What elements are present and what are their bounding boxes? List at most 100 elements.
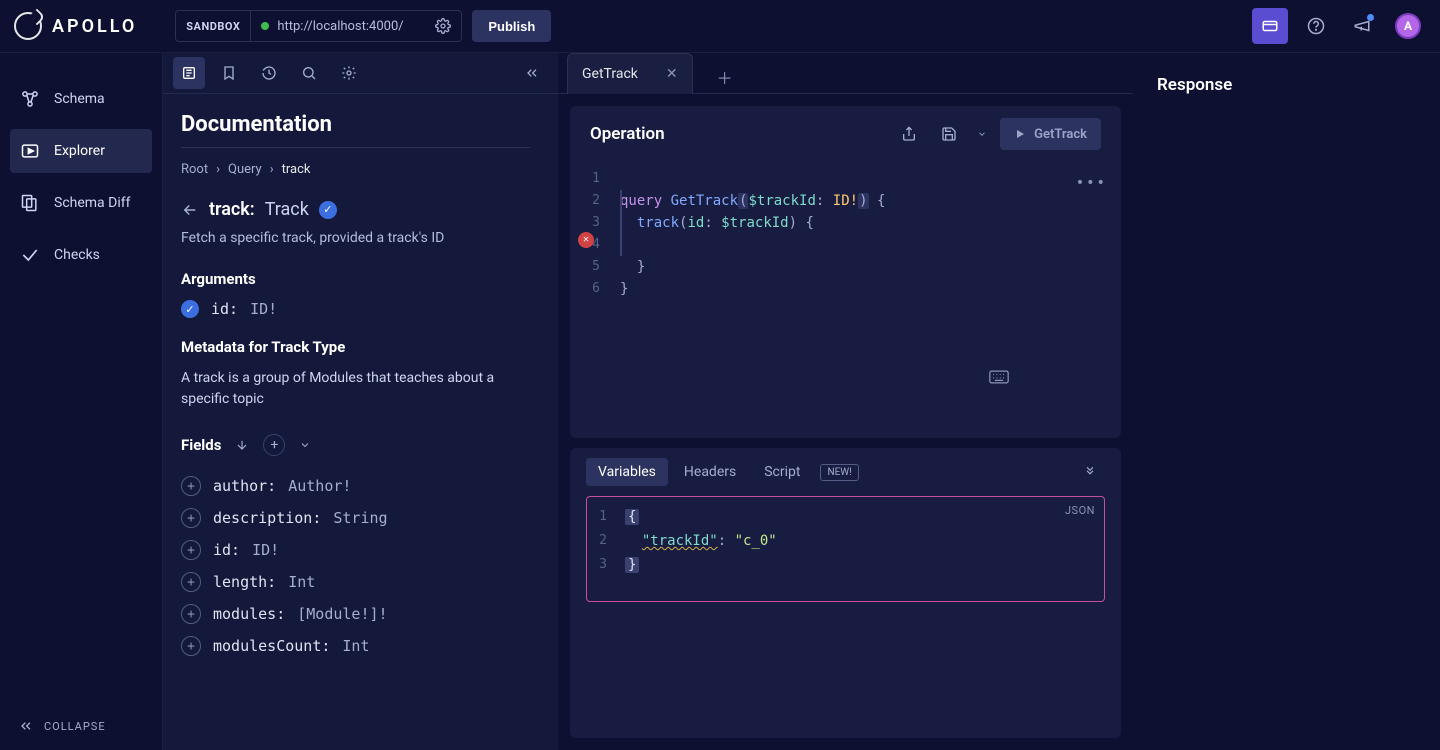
documentation-panel: Documentation Root› Query› track track: …	[163, 53, 558, 750]
metadata-heading: Metadata for Track Type	[181, 338, 530, 356]
field-name[interactable]: modulesCount:	[213, 637, 330, 655]
add-field-icon[interactable]: +	[181, 476, 201, 496]
editor-area: GetTrack ✕ ＋ Operation	[558, 53, 1440, 750]
track-type[interactable]: Track	[265, 199, 309, 220]
publish-button[interactable]: Publish	[472, 10, 551, 42]
field-type[interactable]: Int	[288, 573, 315, 591]
doc-body: Documentation Root› Query› track track: …	[163, 94, 558, 750]
close-tab-icon[interactable]: ✕	[666, 66, 678, 82]
apollo-logo-icon	[14, 12, 42, 40]
field-name[interactable]: modules:	[213, 605, 285, 623]
announcements-icon[interactable]	[1344, 8, 1380, 44]
crumb-query[interactable]: Query	[228, 162, 262, 177]
left-sidebar: Schema Explorer Schema Diff Checks COLLA…	[0, 53, 163, 750]
field-row: + id: ID!	[181, 534, 530, 566]
top-bar: APOLLO SANDBOX http://localhost:4000/ Pu…	[0, 0, 1440, 53]
operation-column: GetTrack ✕ ＋ Operation	[558, 53, 1133, 750]
variables-code[interactable]: { "trackId": "c_0" }	[615, 497, 1104, 601]
explorer-icon	[20, 141, 40, 161]
add-field-icon[interactable]: +	[181, 508, 201, 528]
user-avatar[interactable]: A	[1390, 8, 1426, 44]
vars-line-gutter: 123	[587, 497, 615, 601]
sort-icon[interactable]	[235, 438, 249, 452]
collapse-doc-icon[interactable]	[516, 57, 548, 89]
save-icon[interactable]	[934, 119, 964, 149]
arg-id-name: id:	[211, 300, 238, 318]
schema-diff-icon	[20, 193, 40, 213]
bookmark-icon[interactable]	[213, 57, 245, 89]
add-all-fields-icon[interactable]: +	[263, 434, 285, 456]
field-name[interactable]: length:	[213, 573, 276, 591]
tab-script[interactable]: Script	[752, 458, 812, 486]
field-type[interactable]: ID!	[252, 541, 279, 559]
crumb-root[interactable]: Root	[181, 162, 208, 177]
field-type[interactable]: Int	[342, 637, 369, 655]
nav-checks[interactable]: Checks	[10, 233, 152, 277]
endpoint-settings-icon[interactable]	[435, 18, 451, 34]
nav-checks-label: Checks	[54, 247, 100, 263]
response-title: Response	[1157, 75, 1416, 95]
notification-dot	[1367, 14, 1374, 21]
keyboard-icon[interactable]	[989, 326, 1107, 428]
studio-icon[interactable]	[1252, 8, 1288, 44]
arg-id-type[interactable]: ID!	[250, 300, 277, 318]
arguments-heading: Arguments	[181, 270, 530, 288]
tab-headers[interactable]: Headers	[672, 458, 748, 486]
collapse-sidebar-button[interactable]: COLLAPSE	[0, 702, 162, 750]
play-icon	[1014, 128, 1026, 140]
save-dropdown-icon[interactable]	[974, 119, 990, 149]
nav-schema-diff[interactable]: Schema Diff	[10, 181, 152, 225]
field-name[interactable]: author:	[213, 477, 276, 495]
nav-explorer[interactable]: Explorer	[10, 129, 152, 173]
help-icon[interactable]	[1298, 8, 1334, 44]
more-options-icon[interactable]: •••	[1076, 172, 1107, 194]
operation-code[interactable]: query GetTrack($trackId: ID!) { track(id…	[610, 162, 1121, 438]
field-type[interactable]: String	[333, 509, 387, 527]
sandbox-endpoint[interactable]: SANDBOX http://localhost:4000/	[175, 10, 462, 42]
chevrons-left-icon	[18, 718, 34, 734]
avatar-initial: A	[1395, 13, 1421, 39]
variables-tabs: Variables Headers Script NEW!	[570, 448, 1121, 496]
field-type[interactable]: Author!	[288, 477, 351, 495]
endpoint-url-field[interactable]: http://localhost:4000/	[251, 11, 461, 41]
operation-header: Operation GetTrack	[570, 106, 1121, 162]
add-field-icon[interactable]: +	[181, 604, 201, 624]
history-icon[interactable]	[253, 57, 285, 89]
share-icon[interactable]	[894, 119, 924, 149]
variables-editor[interactable]: 123 { "trackId": "c_0" }	[586, 496, 1105, 602]
settings-icon[interactable]	[333, 57, 365, 89]
breadcrumb: Root› Query› track	[181, 162, 530, 177]
nav-schema-diff-label: Schema Diff	[54, 195, 130, 211]
field-row: + description: String	[181, 502, 530, 534]
add-field-icon[interactable]: +	[181, 572, 201, 592]
track-name: track:	[209, 199, 255, 220]
schema-icon	[20, 89, 40, 109]
search-icon[interactable]	[293, 57, 325, 89]
fields-heading-row: Fields +	[181, 434, 530, 456]
doc-view-icon[interactable]	[173, 57, 205, 89]
nav-schema[interactable]: Schema	[10, 77, 152, 121]
field-name[interactable]: id:	[213, 541, 240, 559]
collapse-variables-icon[interactable]	[1075, 457, 1105, 487]
line-gutter: 123456	[570, 162, 610, 438]
nav-schema-label: Schema	[54, 91, 105, 107]
add-field-icon[interactable]: +	[181, 636, 201, 656]
tab-label: GetTrack	[582, 66, 638, 82]
operation-tab[interactable]: GetTrack ✕	[567, 53, 693, 94]
fields-dropdown-icon[interactable]	[299, 439, 311, 451]
new-tab-button[interactable]: ＋	[709, 61, 741, 93]
field-type[interactable]: [Module!]!	[297, 605, 387, 623]
add-field-icon[interactable]: +	[181, 540, 201, 560]
run-operation-button[interactable]: GetTrack	[1000, 118, 1101, 150]
tab-variables[interactable]: Variables	[586, 458, 668, 486]
metadata-text: A track is a group of Modules that teach…	[181, 368, 530, 410]
main-layout: Schema Explorer Schema Diff Checks COLLA…	[0, 53, 1440, 750]
operation-editor[interactable]: 123456 query GetTrack($trackId: ID!) { t…	[570, 162, 1121, 438]
error-marker-icon[interactable]: ✕	[578, 232, 594, 248]
argument-check-icon[interactable]: ✓	[181, 300, 199, 318]
operation-title: Operation	[590, 124, 665, 144]
field-name[interactable]: description:	[213, 509, 321, 527]
brand-logo: APOLLO	[14, 12, 137, 40]
back-arrow-icon[interactable]	[181, 201, 199, 219]
field-row: + author: Author!	[181, 470, 530, 502]
